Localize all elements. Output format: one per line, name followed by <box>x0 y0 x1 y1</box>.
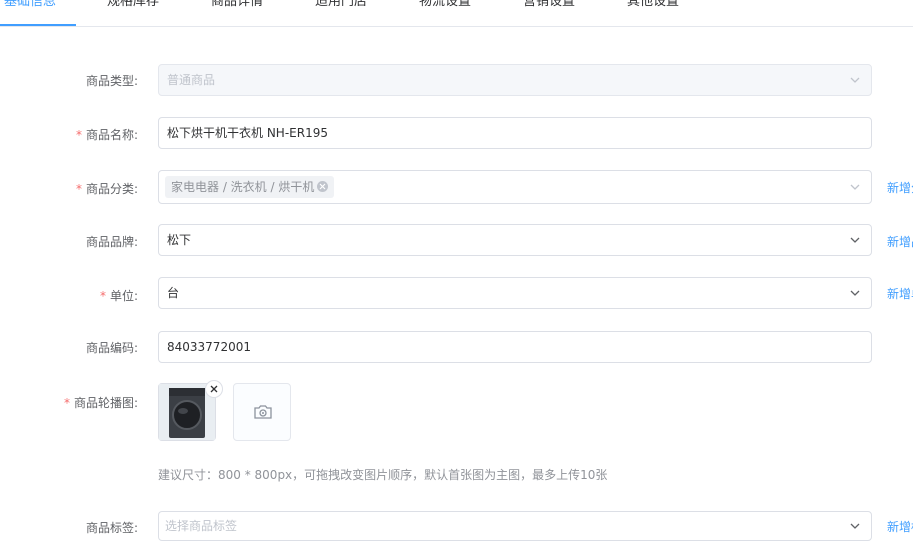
tab-other[interactable]: 其他设置 <box>627 0 679 13</box>
required-asterisk: * <box>99 289 106 303</box>
product-type-value: 普通商品 <box>167 73 216 87</box>
unit-select[interactable]: 台 <box>158 277 872 309</box>
required-asterisk: * <box>75 182 82 196</box>
brand-select[interactable]: 松下 <box>158 224 872 256</box>
chevron-down-icon <box>849 287 861 299</box>
tags-placeholder: 选择商品标签 <box>165 519 238 533</box>
category-cascader[interactable]: 家电电器 / 洗衣机 / 烘干机 <box>158 170 872 204</box>
tab-bar: 基础信息 规格库存 商品详情 适用门店 物流设置 营销设置 其他设置 <box>0 0 913 27</box>
add-category-link[interactable]: 新增分类 <box>887 179 913 196</box>
tab-spec-stock[interactable]: 规格库存 <box>107 0 159 13</box>
camera-icon <box>254 405 272 419</box>
tab-basic-info[interactable]: 基础信息 <box>4 0 56 13</box>
category-label: * 商品分类: <box>75 182 138 196</box>
required-asterisk: * <box>63 396 70 410</box>
product-code-value: 84033772001 <box>167 340 251 354</box>
chevron-down-icon <box>849 181 861 193</box>
carousel-size-hint: 建议尺寸：800 * 800px，可拖拽改变图片顺序，默认首张图为主图，最多上传… <box>158 468 608 482</box>
brand-value: 松下 <box>167 233 192 247</box>
product-name-label: * 商品名称: <box>75 128 138 142</box>
unit-value: 台 <box>167 286 180 300</box>
tags-select[interactable]: 选择商品标签 <box>158 511 872 541</box>
product-code-label: 商品编码: <box>85 341 138 355</box>
remove-image-icon[interactable] <box>205 380 223 398</box>
add-brand-link[interactable]: 新增品牌 <box>887 233 913 250</box>
category-tag-text: 家电电器 / 洗衣机 / 烘干机 <box>171 180 315 194</box>
chevron-down-icon <box>849 520 861 532</box>
chevron-down-icon <box>849 74 861 86</box>
tab-marketing[interactable]: 营销设置 <box>523 0 575 13</box>
unit-label: * 单位: <box>99 289 138 303</box>
category-tag: 家电电器 / 洗衣机 / 烘干机 <box>165 176 335 198</box>
product-type-select: 普通商品 <box>158 64 872 96</box>
tags-label: 商品标签: <box>85 521 138 535</box>
tab-logistics[interactable]: 物流设置 <box>419 0 471 13</box>
product-type-label: 商品类型: <box>85 74 138 88</box>
upload-image-button[interactable] <box>233 383 291 441</box>
chevron-down-icon <box>849 234 861 246</box>
add-unit-link[interactable]: 新增单位 <box>887 285 913 302</box>
tab-applicable-stores[interactable]: 适用门店 <box>315 0 367 13</box>
product-code-input[interactable]: 84033772001 <box>158 331 872 363</box>
tab-product-detail[interactable]: 商品详情 <box>211 0 263 13</box>
brand-label: 商品品牌: <box>85 235 138 249</box>
carousel-label: * 商品轮播图: <box>63 396 138 410</box>
product-name-value: 松下烘干机干衣机 NH-ER195 <box>167 126 328 140</box>
required-asterisk: * <box>75 128 82 142</box>
product-name-input[interactable]: 松下烘干机干衣机 NH-ER195 <box>158 117 872 149</box>
active-tab-indicator <box>0 24 76 26</box>
tag-close-icon[interactable] <box>317 181 329 192</box>
add-tag-link[interactable]: 新增标签 <box>887 518 913 535</box>
